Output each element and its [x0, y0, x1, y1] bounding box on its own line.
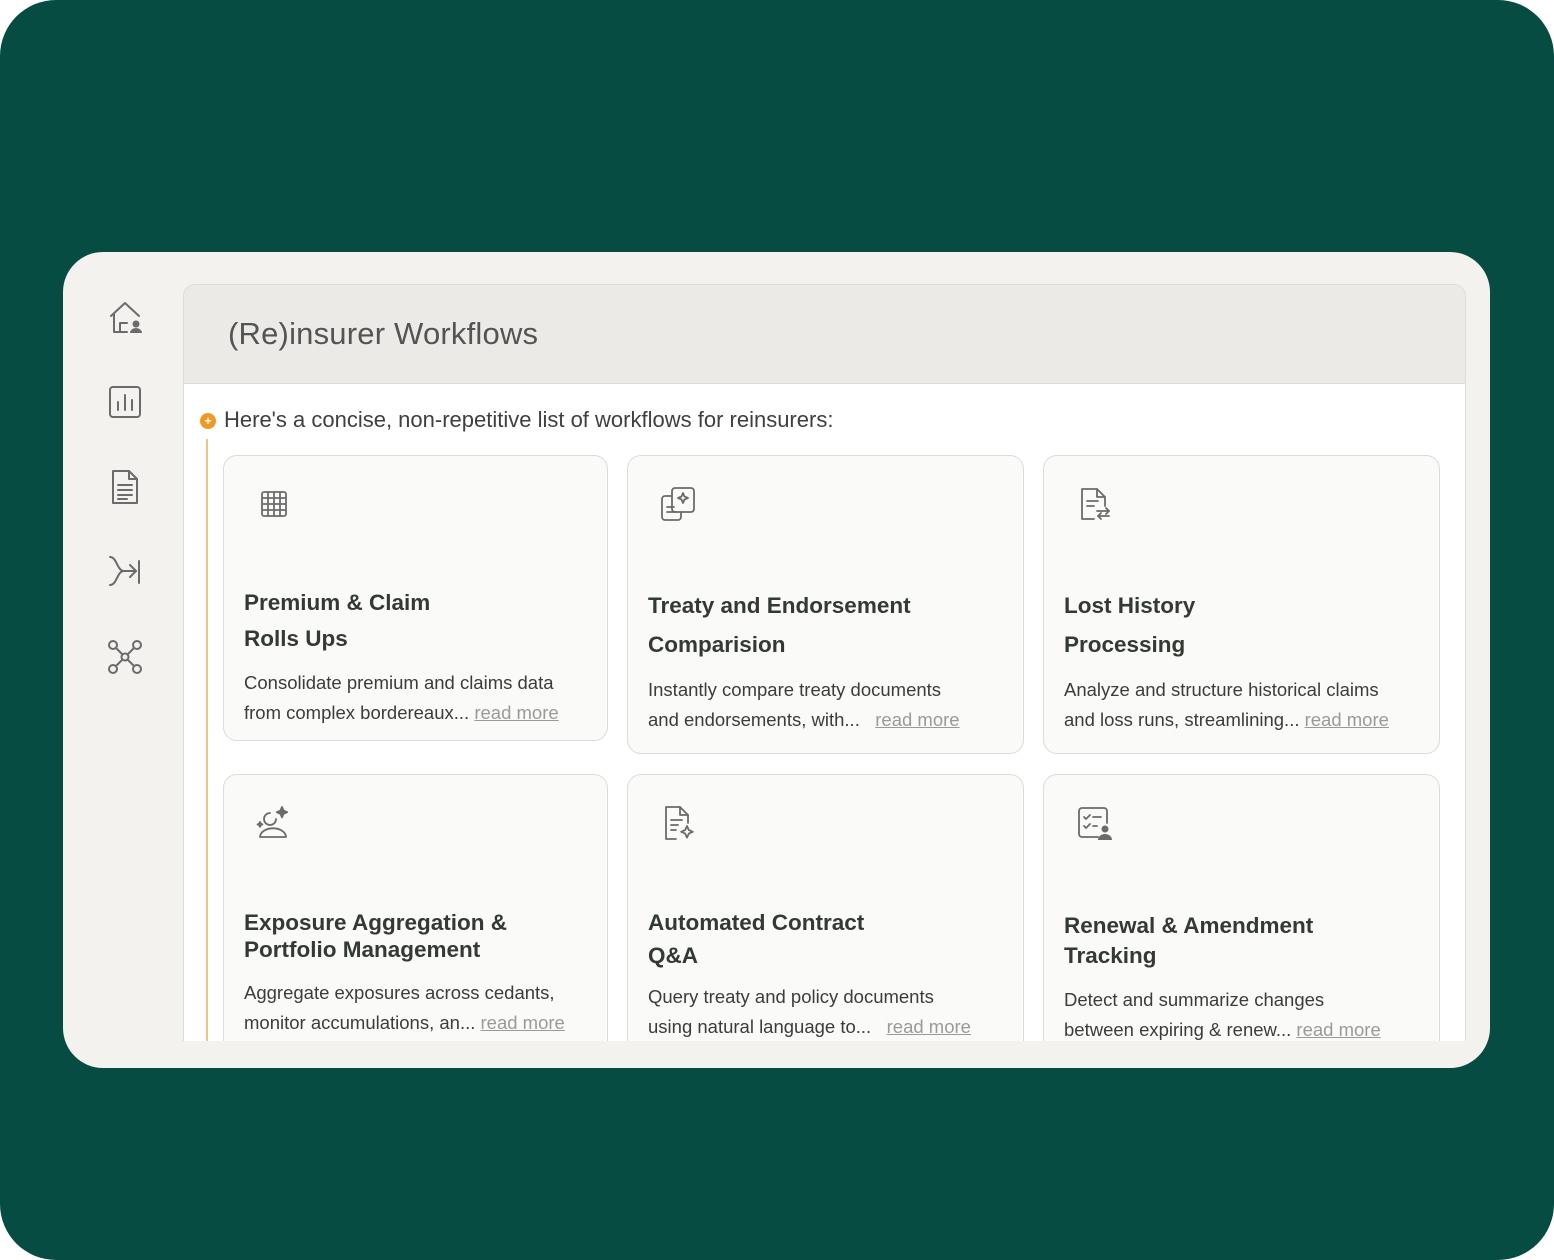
card-description: Query treaty and policy documents: [648, 986, 934, 1007]
bar-chart-icon[interactable]: [103, 380, 147, 424]
card-description: Analyze and structure historical claims: [1064, 679, 1379, 700]
workflow-card-treaty-endorsement[interactable]: Treaty and Endorsement Comparision Insta…: [627, 455, 1024, 754]
workflow-card-contract-qa[interactable]: Automated Contract Q&A Query treaty and …: [627, 774, 1024, 1041]
network-icon[interactable]: [103, 635, 147, 679]
user-sparkle-icon: [254, 803, 294, 843]
card-title: Premium & Claim: [244, 590, 431, 615]
workflow-card-renewal-tracking[interactable]: Renewal & Amendment Tracking Detect and …: [1043, 774, 1440, 1041]
card-description: Instantly compare treaty documents: [648, 679, 942, 700]
checklist-user-icon: [1074, 803, 1114, 843]
card-title: Comparision: [648, 632, 786, 657]
app-panel: (Re)insurer Workflows + Here's a concise…: [63, 252, 1490, 1068]
card-description: and loss runs, streamlining... read more: [1064, 709, 1389, 730]
card-title: Portfolio Management: [244, 937, 481, 962]
read-more-link[interactable]: read more: [875, 709, 959, 730]
card-title: Q&A: [648, 943, 698, 968]
card-title: Treaty and Endorsement: [648, 593, 911, 618]
card-title: Tracking: [1064, 943, 1157, 968]
app-background: (Re)insurer Workflows + Here's a concise…: [0, 0, 1554, 1260]
document-sparkle-icon: [658, 803, 698, 843]
read-more-link[interactable]: read more: [887, 1016, 971, 1037]
card-title: Lost History: [1064, 593, 1196, 618]
window-header: (Re)insurer Workflows: [184, 285, 1465, 384]
workflow-card-lost-history[interactable]: Lost History Processing Analyze and stru…: [1043, 455, 1440, 754]
card-description: Detect and summarize changes: [1064, 989, 1325, 1010]
card-description: from complex bordereaux... read more: [244, 702, 559, 723]
read-more-link[interactable]: read more: [481, 1012, 565, 1033]
card-title: Processing: [1064, 632, 1186, 657]
table-grid-icon: [254, 484, 294, 524]
assistant-badge-icon: +: [200, 413, 216, 429]
card-description: Consolidate premium and claims data: [244, 672, 554, 693]
card-title: Automated Contract: [648, 910, 865, 935]
workflow-card-premium-claim[interactable]: Premium & Claim Rolls Ups Consolidate pr…: [223, 455, 608, 741]
read-more-link[interactable]: read more: [1305, 709, 1389, 730]
document-icon[interactable]: [103, 465, 147, 509]
home-user-icon[interactable]: [103, 296, 147, 340]
read-more-link[interactable]: read more: [474, 702, 558, 723]
card-description: monitor accumulations, an... read more: [244, 1012, 565, 1033]
read-more-link[interactable]: read more: [1296, 1019, 1380, 1040]
card-description: between expiring & renew... read more: [1064, 1019, 1381, 1040]
thread-line: [206, 439, 208, 1041]
intro-text: Here's a concise, non-repetitive list of…: [224, 407, 834, 432]
document-return-icon: [1074, 484, 1114, 524]
route-arrow-icon[interactable]: [103, 549, 147, 593]
workflows-window: (Re)insurer Workflows + Here's a concise…: [183, 284, 1466, 1041]
workflow-card-exposure-aggregation[interactable]: Exposure Aggregation & Portfolio Managem…: [223, 774, 608, 1041]
card-title: Rolls Ups: [244, 626, 348, 651]
card-description: and endorsements, with... read more: [648, 709, 960, 730]
card-description: using natural language to... read more: [648, 1016, 971, 1037]
document-compare-sparkle-icon: [658, 484, 698, 524]
page-title: (Re)insurer Workflows: [228, 316, 539, 351]
card-description: Aggregate exposures across cedants,: [244, 982, 555, 1003]
